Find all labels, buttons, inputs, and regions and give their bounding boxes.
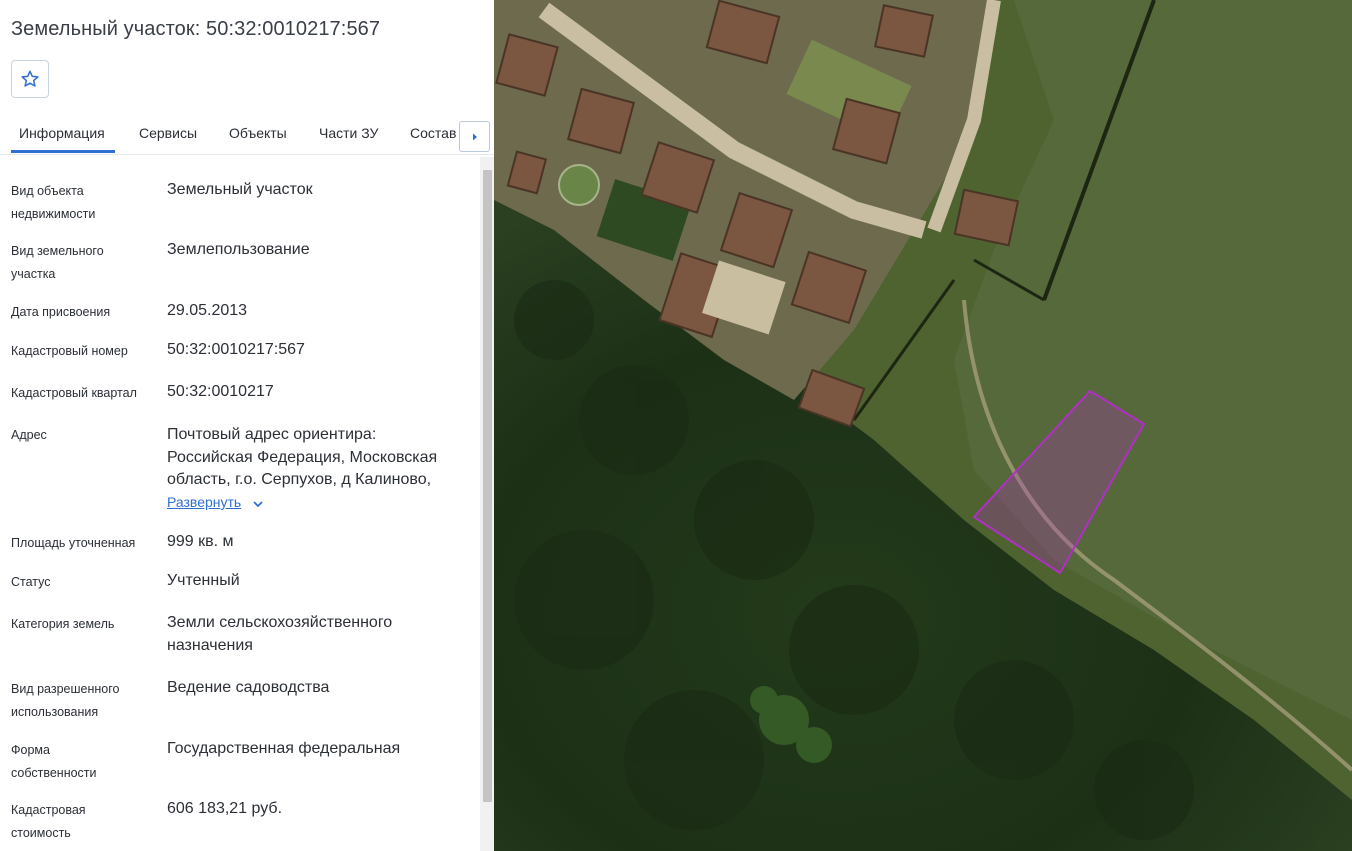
cad-quarter-label: Кадастровый квартал [11, 386, 137, 400]
info-panel: Земельный участок: 50:32:0010217:567 Инф… [0, 0, 494, 851]
tab-objects[interactable]: Объекты [229, 112, 287, 153]
area-label: Площадь уточненная [11, 536, 136, 550]
chevron-right-icon [472, 133, 477, 140]
tab-services[interactable]: Сервисы [139, 112, 197, 153]
tab-information[interactable]: Информация [11, 112, 115, 153]
tab-bar: Информация Сервисы Объекты Части ЗУ Сост… [0, 112, 494, 155]
address-line: Российская Федерация, Московская [167, 448, 438, 466]
area-value: 999 кв. м [167, 533, 234, 550]
label-line: Форма [11, 743, 50, 757]
category-line: назначения [167, 636, 253, 654]
assign-date-value: 29.05.2013 [167, 302, 248, 319]
tab-parts[interactable]: Части ЗУ [319, 112, 378, 153]
cad-value-label: Кадастровая стоимость [11, 799, 161, 844]
address-line: область, г.о. Серпухов, д Калиново, [167, 471, 432, 488]
label-line: Вид объекта [11, 184, 84, 198]
ownership-value: Государственная федеральная [167, 740, 401, 757]
map-imagery[interactable] [494, 0, 1352, 851]
chevron-down-icon[interactable] [251, 497, 265, 511]
category-label: Категория земель [11, 617, 115, 631]
label-line: Кадастровая [11, 803, 86, 817]
category-value: Земли сельскохозяйственного назначения [167, 612, 467, 657]
label-line: собственности [11, 765, 97, 780]
address-value: Почтовый адрес ориентира: Российская Фед… [167, 424, 467, 492]
tabs-scroll-right-button[interactable] [459, 121, 490, 152]
cad-value-value: 606 183,21 руб. [167, 800, 283, 817]
land-type-label: Вид земельного участка [11, 240, 161, 285]
address-label: Адрес [11, 428, 47, 442]
cad-number-value[interactable]: 50:32:0010217:567 [167, 339, 467, 362]
category-line: Земли сельскохозяйственного [167, 614, 393, 631]
satellite-map[interactable] [494, 0, 1352, 851]
label-line: недвижимости [11, 206, 96, 221]
page-title: Земельный участок: 50:32:0010217:567 [11, 18, 381, 40]
scrollbar-thumb[interactable] [483, 170, 492, 802]
ownership-label: Форма собственности [11, 739, 161, 784]
favorite-button[interactable] [11, 60, 49, 98]
object-type-label: Вид объекта недвижимости [11, 180, 161, 225]
status-label: Статус [11, 575, 51, 589]
label-line: Вид разрешенного [11, 682, 120, 696]
tab-composition[interactable]: Состав [410, 112, 456, 153]
cad-number-label: Кадастровый номер [11, 344, 128, 358]
permitted-use-label: Вид разрешенного использования [11, 678, 161, 723]
object-type-value: Земельный участок [167, 181, 313, 198]
label-line: стоимость [11, 825, 71, 840]
expand-address-link[interactable]: Развернуть [167, 494, 241, 510]
assign-date-label: Дата присвоения [11, 305, 111, 319]
permitted-use-value: Ведение садоводства [167, 679, 330, 696]
cad-quarter-value[interactable]: 50:32:0010217 [167, 381, 467, 404]
status-value: Учтенный [167, 572, 240, 589]
land-type-value: Землепользование [167, 241, 310, 258]
address-line: Почтовый адрес ориентира: [167, 426, 377, 443]
star-outline-icon [21, 70, 39, 87]
label-line: участка [11, 266, 56, 281]
label-line: использования [11, 704, 99, 719]
label-line: Вид земельного [11, 244, 104, 258]
